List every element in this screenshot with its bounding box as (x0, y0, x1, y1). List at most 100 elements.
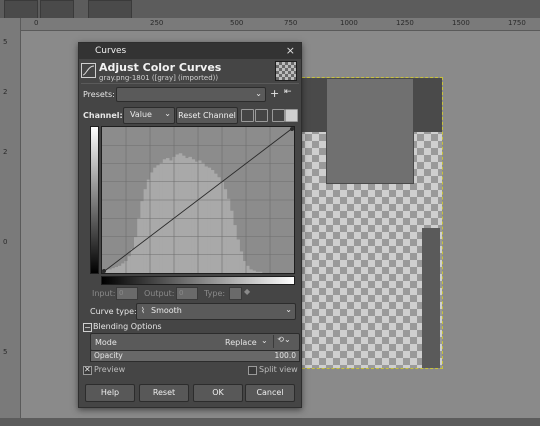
composite-space-icon[interactable]: ⟲⌄ (273, 335, 294, 348)
linear-histogram-icon[interactable] (241, 109, 254, 122)
reset-channel-button[interactable]: Reset Channel (176, 107, 238, 124)
histogram-bar (214, 173, 218, 273)
histogram-bar (118, 265, 122, 273)
horizontal-ruler: 0 250 500 750 1000 1250 1500 1750 (20, 18, 540, 31)
channel-value: Value (130, 110, 152, 119)
curve-type-label: Curve type: (90, 307, 137, 316)
histogram-bar (233, 225, 237, 273)
histogram-bar (223, 189, 228, 273)
type-label: Type: (204, 289, 226, 298)
ruler-tick-label: 0 (34, 19, 39, 27)
smooth-mode-icon[interactable] (285, 109, 298, 122)
histogram-bar (127, 256, 132, 273)
preset-menu-icon[interactable]: ⇤ (284, 87, 292, 97)
output-gradient-bar (90, 126, 99, 274)
reset-button[interactable]: Reset (139, 384, 189, 402)
output-label: Output: (144, 289, 175, 298)
ruler-tick-label: 5 (3, 348, 8, 356)
image-tab-thumbnail[interactable] (40, 0, 74, 19)
curves-tool-icon (81, 63, 96, 78)
image-tab-thumbnail[interactable] (4, 0, 38, 19)
dialog-titlebar[interactable]: Curves × (79, 43, 301, 59)
smooth-icon: ⌇ (141, 306, 145, 315)
ruler-tick-label: 2 (3, 88, 8, 96)
chevron-down-icon: ⌄ (261, 336, 268, 345)
input-label: Input: (92, 289, 116, 298)
curve-control-point (102, 269, 106, 273)
add-preset-icon[interactable]: + (270, 87, 279, 100)
dialog-header-subtitle: gray.png-1801 ([gray] (imported)) (99, 74, 219, 82)
histogram-bar (226, 198, 231, 273)
histogram-bar (249, 269, 253, 273)
ruler-tick-label: 1500 (452, 19, 470, 27)
preview-label: Preview (94, 365, 126, 374)
mode-combo[interactable]: Mode Replace ⌄ ⟲⌄ (90, 333, 300, 351)
opacity-slider[interactable]: Opacity 100.0 (90, 350, 300, 362)
histogram-bar (210, 170, 215, 273)
ok-button[interactable]: OK (193, 384, 243, 402)
vertical-ruler: 5 2 2 0 5 (0, 18, 21, 426)
histogram-bar (130, 249, 135, 273)
presets-combo[interactable]: ⌄ (116, 87, 266, 102)
point-type-icon: ◆ (244, 287, 251, 296)
channel-combo[interactable]: Value ⌄ (123, 107, 175, 124)
cancel-button[interactable]: Cancel (245, 384, 295, 402)
curve-type-value: Smooth (151, 306, 182, 315)
ruler-tick-label: 1750 (508, 19, 526, 27)
histogram-bar (204, 166, 208, 273)
histogram-bar (185, 158, 189, 273)
histogram-bar (121, 263, 125, 273)
input-gradient-bar (101, 276, 295, 285)
ruler-tick-label: 1000 (340, 19, 358, 27)
histogram-bar (188, 156, 192, 273)
histogram-bar (108, 269, 112, 273)
image-tab-thumbnail[interactable] (88, 0, 132, 19)
ruler-tick-label: 0 (3, 238, 8, 246)
status-bar (0, 418, 540, 426)
histogram-bar (236, 239, 240, 273)
dialog-header-title: Adjust Color Curves (99, 61, 222, 74)
image-thumbnail-strip (0, 0, 540, 19)
histogram-bar (252, 270, 256, 273)
preview-checkbox[interactable]: ✕ (83, 365, 92, 375)
log-histogram-icon[interactable] (255, 109, 268, 122)
histogram-bar (162, 159, 167, 273)
histogram-bar (201, 162, 205, 273)
ruler-tick-label: 2 (3, 148, 8, 156)
chevron-down-icon: ⌄ (164, 109, 171, 118)
ruler-tick-label: 250 (150, 19, 164, 27)
output-spinbutton[interactable]: 0 (176, 287, 198, 300)
histogram-bar (159, 162, 164, 273)
histogram-bar (143, 189, 148, 273)
histogram-bar (175, 154, 180, 273)
histogram-bar (217, 177, 221, 273)
checkmark-icon: ✕ (84, 365, 91, 374)
ruler-tick-label: 500 (230, 19, 244, 27)
input-spinbutton[interactable]: 0 (116, 287, 138, 300)
curves-dialog: Curves × Adjust Color Curves gray.png-18… (78, 42, 302, 408)
blending-options-label[interactable]: Blending Options (93, 322, 162, 331)
ruler-tick-label: 5 (3, 38, 8, 46)
presets-label: Presets: (83, 90, 115, 99)
curve-control-point (290, 127, 294, 131)
histogram-bar (198, 160, 202, 273)
histogram-bar (140, 201, 144, 273)
mode-value: Replace (225, 338, 257, 347)
mode-label: Mode (95, 338, 117, 347)
histogram-bar (182, 155, 186, 273)
help-button[interactable]: Help (85, 384, 135, 402)
close-icon[interactable]: × (286, 44, 295, 57)
ruler-tick-label: 1250 (396, 19, 414, 27)
freehand-mode-icon[interactable] (272, 109, 285, 122)
curves-graph-svg[interactable] (102, 127, 294, 273)
image-shirt-shape (326, 78, 414, 184)
split-view-checkbox[interactable] (248, 366, 257, 375)
curve-type-combo[interactable]: ⌇ Smooth ⌄ (136, 303, 296, 320)
histogram-bar (111, 268, 116, 273)
layer-preview-thumbnail (275, 61, 297, 81)
collapse-icon[interactable]: − (83, 323, 92, 332)
point-type-combo[interactable] (229, 287, 242, 300)
opacity-label: Opacity (94, 351, 123, 360)
curves-graph[interactable] (101, 126, 295, 274)
histogram-bar (153, 167, 157, 273)
